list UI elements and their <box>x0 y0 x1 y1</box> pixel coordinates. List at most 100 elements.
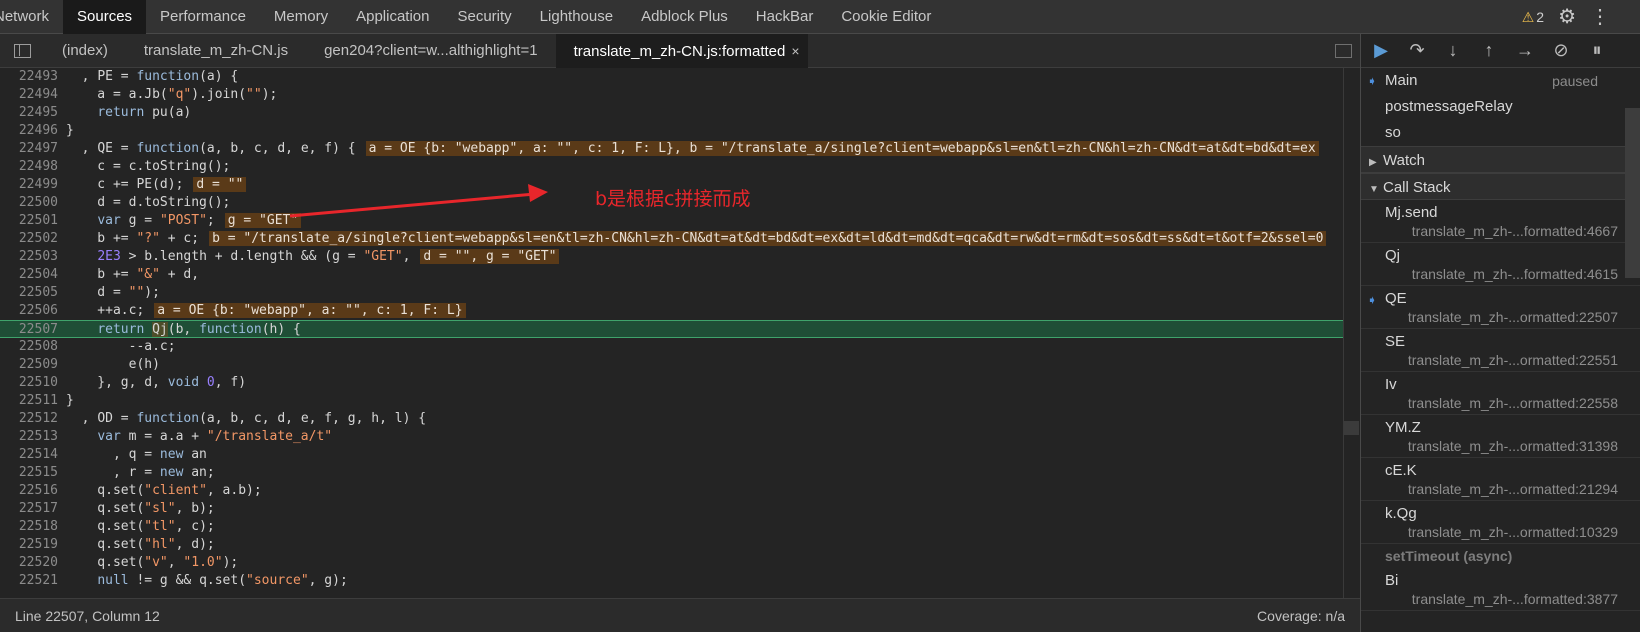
call-stack-section-header[interactable]: ▼ Call Stack <box>1361 173 1640 200</box>
line-number[interactable]: 22504 <box>0 266 62 284</box>
code-text: d = ""); <box>66 285 160 300</box>
tab-memory[interactable]: Memory <box>260 0 342 34</box>
frame-location-link[interactable]: translate_m_zh-...formatted:4615 <box>1385 265 1640 283</box>
code-text: }, g, d, void 0, f) <box>66 375 247 390</box>
line-number[interactable]: 22517 <box>0 500 62 518</box>
current-frame-arrow-icon: ➧ <box>1367 293 1378 307</box>
line-number[interactable]: 22510 <box>0 374 62 392</box>
step-over-icon[interactable]: ↷ <box>1407 40 1427 61</box>
more-options-icon[interactable]: ⋮ <box>1590 0 1610 34</box>
call-frame[interactable]: SE translate_m_zh-...ormatted:22551 <box>1361 329 1640 372</box>
call-frame[interactable]: Qj translate_m_zh-...formatted:4615 <box>1361 243 1640 286</box>
thread-item[interactable]: postmessageRelay <box>1361 94 1640 120</box>
frame-location-link[interactable]: translate_m_zh-...formatted:3877 <box>1385 590 1640 608</box>
code-text: , OD = function(a, b, c, d, e, f, g, h, … <box>66 411 427 426</box>
line-number[interactable]: 22514 <box>0 446 62 464</box>
editor-scrollbar-thumb[interactable] <box>1344 421 1359 435</box>
coverage-status[interactable]: Coverage: n/a <box>1257 608 1345 624</box>
devtools-main-tabs: NetworkSourcesPerformanceMemoryApplicati… <box>0 0 1640 34</box>
frame-location-link[interactable]: translate_m_zh-...ormatted:22558 <box>1385 394 1640 412</box>
call-frame[interactable]: k.Qg translate_m_zh-...ormatted:10329 <box>1361 501 1640 544</box>
step-out-icon[interactable]: ↑ <box>1479 40 1499 61</box>
line-number[interactable]: 22511 <box>0 392 62 410</box>
line-number[interactable]: 22509 <box>0 356 62 374</box>
line-number[interactable]: 22508 <box>0 338 62 356</box>
sidebar-scrollbar-thumb[interactable] <box>1625 108 1640 278</box>
frame-location-link[interactable]: translate_m_zh-...ormatted:22507 <box>1385 308 1640 326</box>
tab-lighthouse[interactable]: Lighthouse <box>526 0 627 34</box>
code-line: 22514 , q = new an <box>0 446 1343 464</box>
cursor-position: Line 22507, Column 12 <box>15 608 160 624</box>
line-number[interactable]: 22501 <box>0 212 62 230</box>
tab-application[interactable]: Application <box>342 0 443 34</box>
tab-adblock-plus[interactable]: Adblock Plus <box>627 0 742 34</box>
frame-function-name: QE <box>1385 290 1407 307</box>
settings-gear-icon[interactable]: ⚙ <box>1558 0 1576 34</box>
resume-icon[interactable]: ▶ <box>1371 40 1391 61</box>
line-number[interactable]: 22499 <box>0 176 62 194</box>
status-bar: Line 22507, Column 12 Coverage: n/a <box>0 598 1360 632</box>
line-number[interactable]: 22520 <box>0 554 62 572</box>
file-tab[interactable]: (index) <box>44 34 126 68</box>
line-number[interactable]: 22502 <box>0 230 62 248</box>
thread-item[interactable]: so <box>1361 120 1640 146</box>
call-frame[interactable]: Mj.send translate_m_zh-...formatted:4667 <box>1361 200 1640 243</box>
line-number[interactable]: 22496 <box>0 122 62 140</box>
line-number[interactable]: 22516 <box>0 482 62 500</box>
step-icon[interactable]: → <box>1515 40 1535 61</box>
line-number[interactable]: 22500 <box>0 194 62 212</box>
call-frame[interactable]: ➧ QE translate_m_zh-...ormatted:22507 <box>1361 286 1640 329</box>
tab-cookie-editor[interactable]: Cookie Editor <box>827 0 945 34</box>
step-into-icon[interactable]: ↓ <box>1443 40 1463 61</box>
editor-scrollbar[interactable] <box>1343 68 1361 598</box>
code-line: 22496} <box>0 122 1343 140</box>
toggle-navigator-button[interactable] <box>0 34 44 68</box>
call-frame[interactable]: Bi translate_m_zh-...formatted:3877 <box>1361 568 1640 611</box>
line-number[interactable]: 22521 <box>0 572 62 590</box>
code-line: 22520 q.set("v", "1.0"); <box>0 554 1343 572</box>
tab-performance[interactable]: Performance <box>146 0 260 34</box>
tab-hackbar[interactable]: HackBar <box>742 0 828 34</box>
frame-location-link[interactable]: translate_m_zh-...ormatted:22551 <box>1385 351 1640 369</box>
code-text: q.set("hl", d); <box>66 537 215 552</box>
file-tab[interactable]: translate_m_zh-CN.js:formatted × <box>555 33 808 68</box>
frame-location-link[interactable]: translate_m_zh-...ormatted:21294 <box>1385 480 1640 498</box>
watch-section-header[interactable]: ▶ Watch <box>1361 146 1640 173</box>
line-number[interactable]: 22493 <box>0 68 62 86</box>
line-number[interactable]: 22495 <box>0 104 62 122</box>
tab-sources[interactable]: Sources <box>63 0 147 34</box>
frame-location-link[interactable]: translate_m_zh-...formatted:4667 <box>1385 222 1640 240</box>
frame-location-link[interactable]: translate_m_zh-...ormatted:10329 <box>1385 523 1640 541</box>
pause-on-exceptions-icon[interactable]: ⏸ <box>1587 40 1607 61</box>
thread-item[interactable]: ➧ Main paused <box>1361 68 1640 94</box>
line-number[interactable]: 22513 <box>0 428 62 446</box>
call-frame[interactable]: YM.Z translate_m_zh-...ormatted:31398 <box>1361 415 1640 458</box>
close-tab-icon[interactable]: × <box>791 43 799 59</box>
code-line: 22506 ++a.c; a = OE {b: "webapp", a: "", … <box>0 302 1343 320</box>
line-number[interactable]: 22507 <box>0 321 62 339</box>
deactivate-breakpoints-icon[interactable]: ⊘ <box>1551 40 1571 61</box>
file-tab[interactable]: translate_m_zh-CN.js <box>126 34 306 68</box>
line-number[interactable]: 22515 <box>0 464 62 482</box>
line-number[interactable]: 22519 <box>0 536 62 554</box>
line-number[interactable]: 22518 <box>0 518 62 536</box>
call-frame[interactable]: Iv translate_m_zh-...ormatted:22558 <box>1361 372 1640 415</box>
line-number[interactable]: 22494 <box>0 86 62 104</box>
line-number[interactable]: 22498 <box>0 158 62 176</box>
call-frame[interactable]: cE.K translate_m_zh-...ormatted:21294 <box>1361 458 1640 501</box>
frame-location-link[interactable]: translate_m_zh-...ormatted:31398 <box>1385 437 1640 455</box>
code-text: b += "&" + d, <box>66 267 200 282</box>
code-editor[interactable]: 22493 , PE = function(a) {22494 a = a.Jb… <box>0 68 1343 598</box>
toggle-debugger-sidebar-button[interactable] <box>1335 44 1352 58</box>
code-line: 22498 c = c.toString(); <box>0 158 1343 176</box>
line-number[interactable]: 22512 <box>0 410 62 428</box>
tab-security[interactable]: Security <box>443 0 525 34</box>
line-number[interactable]: 22497 <box>0 140 62 158</box>
file-tab[interactable]: gen204?client=w...althighlight=1 <box>306 34 556 68</box>
tab-network[interactable]: Network <box>0 0 63 34</box>
line-number[interactable]: 22503 <box>0 248 62 266</box>
line-number[interactable]: 22506 <box>0 302 62 320</box>
code-text: c = c.toString(); <box>66 159 231 174</box>
line-number[interactable]: 22505 <box>0 284 62 302</box>
warnings-badge[interactable]: ⚠ 2 <box>1522 9 1544 26</box>
